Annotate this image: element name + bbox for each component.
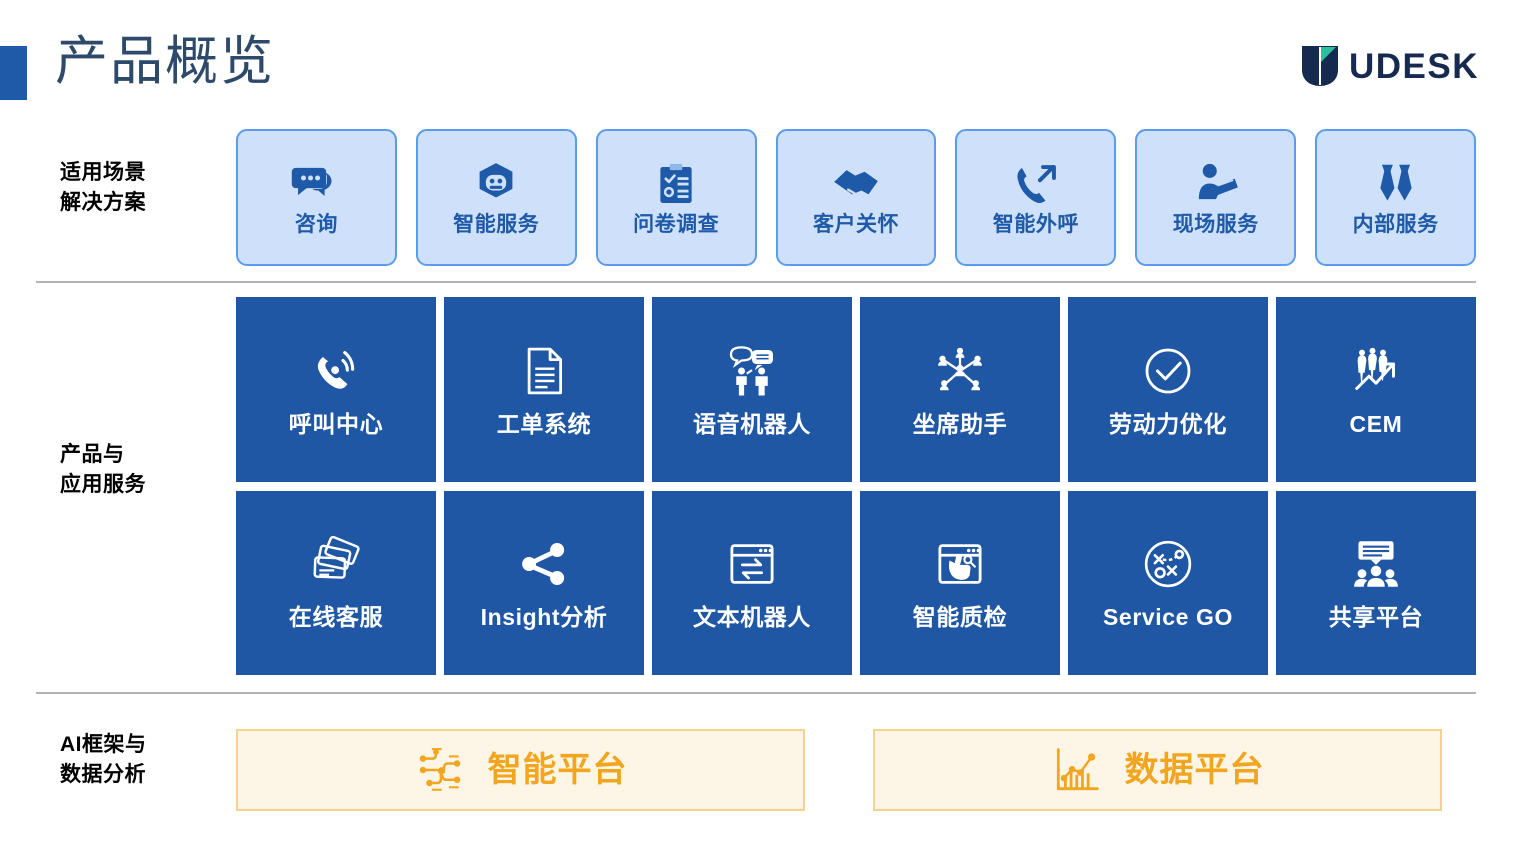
network-people-icon — [938, 347, 982, 390]
product-label: 在线客服 — [288, 604, 384, 631]
scenario-card-survey[interactable]: 问卷调查 — [595, 129, 757, 266]
robot-icon — [479, 163, 513, 198]
product-label: Insight分析 — [480, 604, 608, 631]
circuit-ai-icon — [419, 748, 460, 791]
product-label: 工单系统 — [496, 410, 592, 437]
udesk-logo: UDESK — [1300, 44, 1479, 88]
scenario-label: 现场服务 — [1172, 213, 1259, 236]
check-circle-icon — [1145, 348, 1191, 394]
scenario-card-customer-care[interactable]: 客户关怀 — [775, 129, 937, 266]
product-label: 智能质检 — [912, 604, 1008, 631]
handshake-icon — [834, 170, 878, 203]
product-tile-shared-platform[interactable]: 共享平台 — [1276, 490, 1476, 675]
product-label: 共享平台 — [1328, 604, 1424, 631]
product-label: 坐席助手 — [912, 410, 1008, 437]
phone-outbound-icon — [1017, 165, 1056, 203]
phone-signal-icon — [317, 350, 355, 389]
scenario-label: 内部服务 — [1352, 213, 1439, 236]
product-tile-online-service[interactable]: 在线客服 — [236, 490, 436, 675]
divider-products-ai — [36, 692, 1476, 694]
scenario-card-smart-service[interactable]: 智能服务 — [415, 129, 577, 266]
clipboard-checklist-icon — [660, 163, 692, 203]
product-label: Service GO — [1102, 604, 1234, 631]
product-tile-call-center[interactable]: 呼叫中心 — [236, 297, 436, 482]
scenario-label: 咨询 — [294, 213, 338, 236]
field-worker-icon — [1198, 163, 1238, 200]
product-tile-service-go[interactable]: Service GO — [1068, 490, 1268, 675]
product-tile-grid: 呼叫中心 工单系统 语音机器人 坐席助手 劳动力优化 CEM 在线客服 Insi… — [236, 297, 1476, 675]
row-label-ai: AI框架与 数据分析 — [60, 733, 147, 786]
platform-label: 智能平台 — [487, 751, 628, 789]
window-exchange-icon — [730, 544, 774, 585]
product-label: CEM — [1349, 410, 1403, 437]
scenario-label: 问卷调查 — [633, 213, 720, 236]
product-overview-slide: 产品概览 UDESK 适用场景 解决方案 产品与 应用服务 AI框架与 数据分析… — [0, 0, 1527, 861]
row-label-scenarios: 适用场景 解决方案 — [60, 161, 146, 214]
product-tile-text-robot[interactable]: 文本机器人 — [652, 490, 852, 675]
scenario-card-field-service[interactable]: 现场服务 — [1135, 129, 1297, 266]
product-label: 语音机器人 — [693, 410, 811, 437]
two-people-speech-icon — [729, 345, 773, 396]
platform-card-ai[interactable]: 智能平台 — [236, 729, 805, 811]
row-label-products: 产品与 应用服务 — [60, 443, 146, 496]
product-label: 劳动力优化 — [1109, 410, 1227, 437]
slide-header: 产品概览 UDESK — [0, 0, 1527, 118]
udesk-logo-text: UDESK — [1348, 46, 1479, 86]
bar-line-chart-icon — [1056, 748, 1099, 791]
product-label: 呼叫中心 — [288, 410, 384, 437]
platform-label: 数据平台 — [1124, 751, 1265, 789]
scenario-card-row: 咨询 智能服务 问卷调查 客户关怀 智能外呼 现场服务 内部服务 — [236, 129, 1477, 266]
product-tile-agent-assist[interactable]: 坐席助手 — [860, 297, 1060, 482]
document-icon — [527, 347, 563, 395]
page-title: 产品概览 — [55, 32, 275, 91]
product-tile-ticket-system[interactable]: 工单系统 — [444, 297, 644, 482]
product-tile-quality-inspection[interactable]: 智能质检 — [860, 490, 1060, 675]
window-cursor-icon — [938, 544, 982, 585]
scenario-label: 智能服务 — [453, 213, 540, 236]
scenario-card-internal-service[interactable]: 内部服务 — [1315, 129, 1477, 266]
scenario-card-outbound[interactable]: 智能外呼 — [955, 129, 1117, 266]
platform-card-row: 智能平台 数据平台 — [236, 729, 1442, 811]
platform-card-data[interactable]: 数据平台 — [873, 729, 1442, 811]
people-growth-chart-icon — [1355, 347, 1395, 390]
presentation-group-icon — [1354, 541, 1398, 587]
product-tile-cem[interactable]: CEM — [1276, 297, 1476, 482]
product-tile-voice-robot[interactable]: 语音机器人 — [652, 297, 852, 482]
product-tile-workforce-optimization[interactable]: 劳动力优化 — [1068, 297, 1268, 482]
cards-icon — [313, 536, 360, 580]
product-tile-insight-analytics[interactable]: Insight分析 — [444, 490, 644, 675]
neckties-icon — [1379, 164, 1412, 201]
product-label: 文本机器人 — [693, 604, 811, 631]
divider-scenarios-products — [36, 281, 1476, 283]
scenario-label: 智能外呼 — [992, 213, 1079, 236]
udesk-u-logo-icon — [1301, 46, 1338, 86]
chat-bubbles-icon — [292, 167, 332, 196]
share-nodes-icon — [522, 543, 565, 586]
strategy-circle-icon — [1144, 541, 1192, 588]
scenario-label: 客户关怀 — [813, 213, 899, 236]
scenario-card-consulting[interactable]: 咨询 — [236, 129, 397, 266]
title-accent-bar — [0, 46, 27, 100]
